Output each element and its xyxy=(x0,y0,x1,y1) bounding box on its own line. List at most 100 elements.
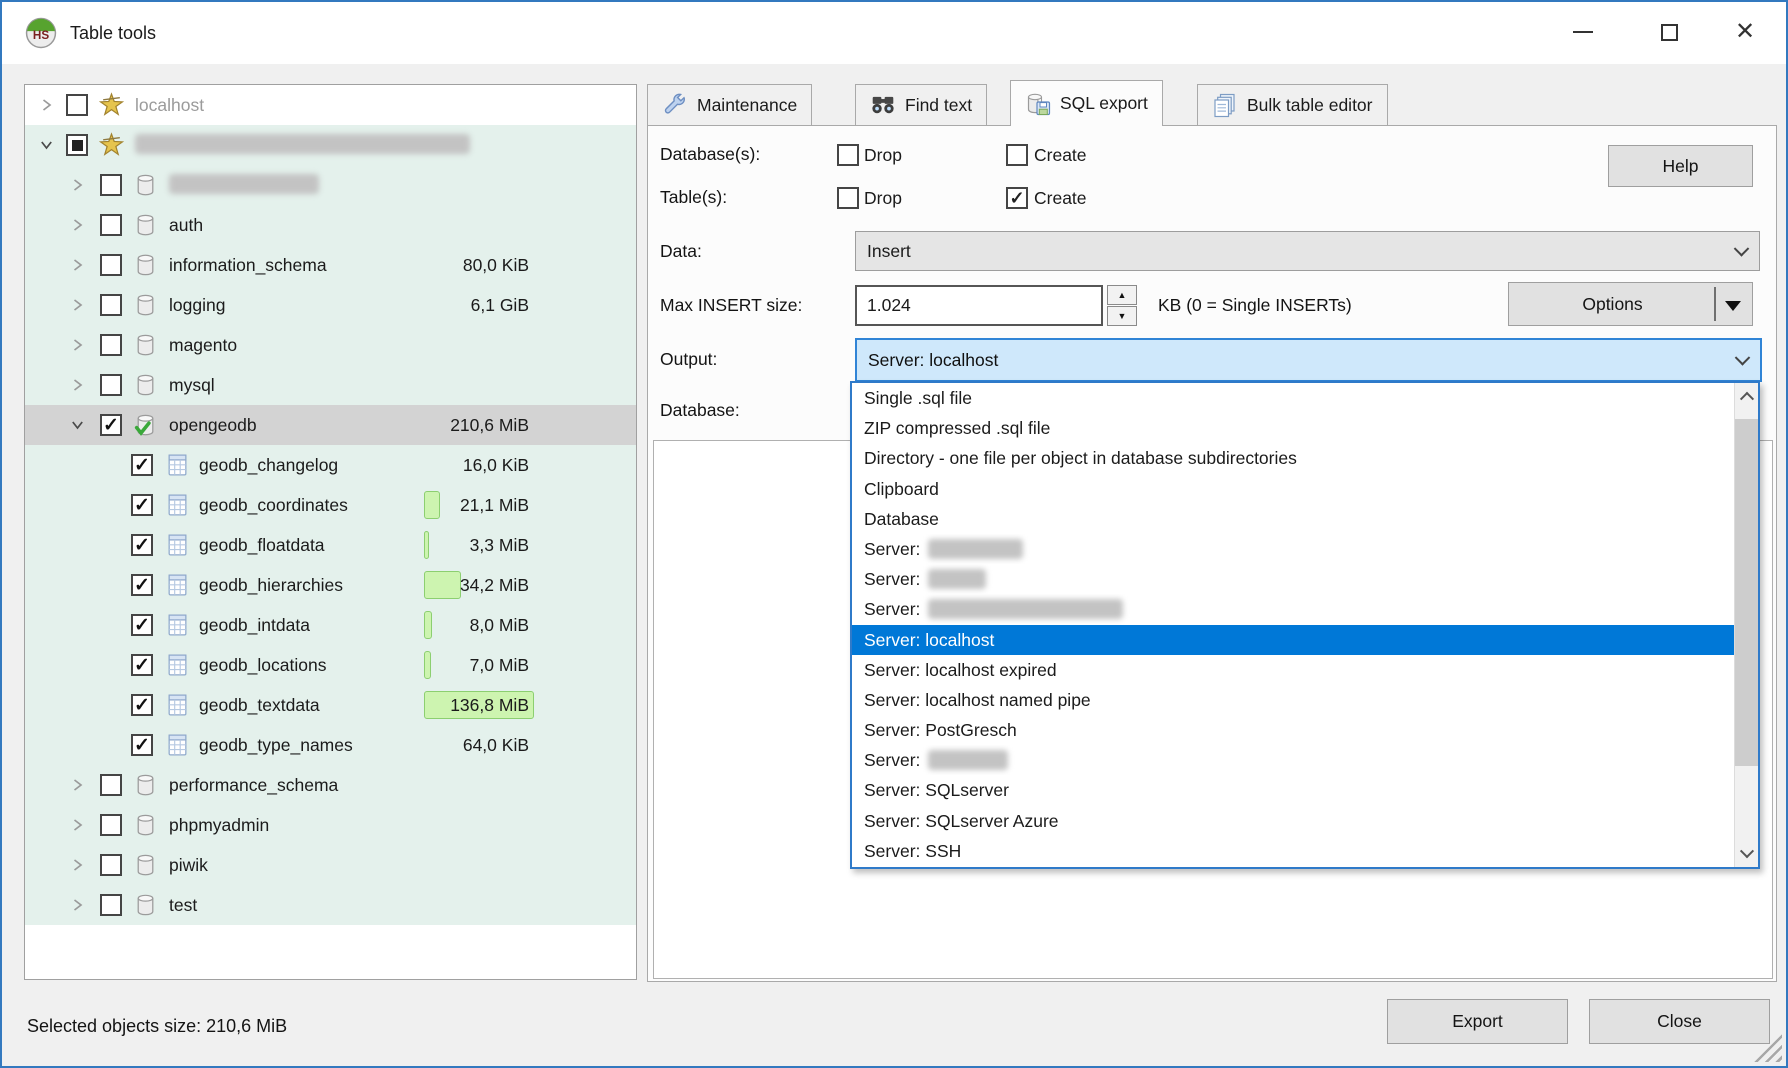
dropdown-item[interactable]: Server: localhost xyxy=(852,625,1734,655)
tree-checkbox[interactable]: ✓ xyxy=(131,614,153,636)
data-combobox[interactable]: Insert xyxy=(855,231,1760,271)
dropdown-item[interactable]: Server: PostGresch xyxy=(852,715,1734,745)
export-button[interactable]: Export xyxy=(1387,999,1568,1044)
tree-row[interactable]: localhost xyxy=(25,85,636,125)
dropdown-item[interactable]: Server: xyxy=(852,534,1734,564)
tree-checkbox[interactable] xyxy=(100,774,122,796)
tree-checkbox[interactable] xyxy=(100,174,122,196)
tab-bulk-table-editor[interactable]: Bulk table editor xyxy=(1197,84,1388,125)
chevron-right-icon[interactable] xyxy=(70,218,85,233)
help-button[interactable]: Help xyxy=(1608,145,1753,187)
minimize-button[interactable] xyxy=(1550,2,1616,62)
tree-row[interactable]: piwik xyxy=(25,845,636,885)
tree-checkbox[interactable]: ✓ xyxy=(100,414,122,436)
output-combobox[interactable]: Server: localhost xyxy=(855,338,1762,382)
db-drop-checkbox[interactable] xyxy=(837,144,859,166)
dropdown-item[interactable]: ZIP compressed .sql file xyxy=(852,413,1734,443)
chevron-right-icon[interactable] xyxy=(70,258,85,273)
tree-row[interactable] xyxy=(25,165,636,205)
database-icon xyxy=(133,213,158,238)
spinner-up-button[interactable]: ▲ xyxy=(1107,285,1137,305)
tree-row[interactable] xyxy=(25,125,636,165)
tree-checkbox[interactable]: ✓ xyxy=(131,694,153,716)
tree-checkbox[interactable] xyxy=(100,294,122,316)
chevron-right-icon[interactable] xyxy=(70,298,85,313)
tree-checkbox[interactable]: ✓ xyxy=(131,654,153,676)
tree-checkbox[interactable] xyxy=(100,214,122,236)
dropdown-item[interactable]: Server: SQLserver xyxy=(852,775,1734,805)
maximize-button[interactable] xyxy=(1636,2,1702,62)
close-button[interactable]: Close xyxy=(1589,999,1770,1044)
dropdown-item[interactable]: Directory - one file per object in datab… xyxy=(852,443,1734,473)
tree-row[interactable]: ✓geodb_locations7,0 MiB xyxy=(25,645,636,685)
tree-row[interactable]: performance_schema xyxy=(25,765,636,805)
chevron-right-icon[interactable] xyxy=(70,378,85,393)
dropdown-item[interactable]: Server: xyxy=(852,594,1734,624)
tree-checkbox[interactable]: ✓ xyxy=(131,734,153,756)
max-insert-input[interactable]: 1.024 xyxy=(855,285,1103,326)
tree-row[interactable]: auth xyxy=(25,205,636,245)
dropdown-scrollbar[interactable] xyxy=(1734,383,1758,867)
tree-row[interactable]: ✓geodb_textdata136,8 MiB xyxy=(25,685,636,725)
tree-checkbox[interactable] xyxy=(66,134,88,156)
dropdown-item-label: Server: SSH xyxy=(864,841,961,861)
tbl-drop-checkbox[interactable] xyxy=(837,187,859,209)
tree-row[interactable]: magento xyxy=(25,325,636,365)
tree-checkbox[interactable] xyxy=(100,814,122,836)
tab-maintenance[interactable]: Maintenance xyxy=(647,84,812,125)
tree-row[interactable]: ✓geodb_coordinates21,1 MiB xyxy=(25,485,636,525)
tree-row[interactable]: logging6,1 GiB xyxy=(25,285,636,325)
size-value: 7,0 MiB xyxy=(470,645,529,685)
tree-checkbox[interactable] xyxy=(100,334,122,356)
scroll-down-icon[interactable] xyxy=(1735,841,1758,867)
tree-checkbox[interactable]: ✓ xyxy=(131,454,153,476)
close-window-button[interactable]: ✕ xyxy=(1712,2,1778,62)
tree-row[interactable]: ✓geodb_floatdata3,3 MiB xyxy=(25,525,636,565)
chevron-down-icon[interactable] xyxy=(70,418,85,433)
tree-checkbox[interactable] xyxy=(100,894,122,916)
tree-row[interactable]: phpmyadmin xyxy=(25,805,636,845)
tree-row[interactable]: ✓geodb_intdata8,0 MiB xyxy=(25,605,636,645)
tbl-create-checkbox[interactable]: ✓ xyxy=(1006,187,1028,209)
tab-sql-export[interactable]: SQL export xyxy=(1010,80,1163,126)
scrollbar-thumb[interactable] xyxy=(1735,419,1758,766)
chevron-right-icon[interactable] xyxy=(39,98,54,113)
tree-row[interactable]: test xyxy=(25,885,636,925)
chevron-right-icon[interactable] xyxy=(70,818,85,833)
tree-checkbox[interactable] xyxy=(100,854,122,876)
tree-row[interactable]: information_schema80,0 KiB xyxy=(25,245,636,285)
dropdown-item[interactable]: Database xyxy=(852,504,1734,534)
chevron-right-icon[interactable] xyxy=(70,858,85,873)
dropdown-item[interactable]: Single .sql file xyxy=(852,383,1734,413)
dropdown-item[interactable]: Clipboard xyxy=(852,474,1734,504)
options-button[interactable]: Options xyxy=(1508,282,1753,326)
tree-checkbox[interactable] xyxy=(100,254,122,276)
dropdown-item[interactable]: Server: SSH xyxy=(852,836,1734,866)
dropdown-item[interactable]: Server: xyxy=(852,564,1734,594)
tree-checkbox[interactable]: ✓ xyxy=(131,574,153,596)
dropdown-item[interactable]: Server: xyxy=(852,745,1734,775)
tree-row[interactable]: ✓geodb_changelog16,0 KiB xyxy=(25,445,636,485)
chevron-right-icon[interactable] xyxy=(70,178,85,193)
tree-row[interactable]: mysql xyxy=(25,365,636,405)
tab-find-text[interactable]: Find text xyxy=(855,84,987,125)
tree-row[interactable]: ✓geodb_type_names64,0 KiB xyxy=(25,725,636,765)
chevron-right-icon[interactable] xyxy=(70,898,85,913)
tree-row[interactable]: ✓geodb_hierarchies34,2 MiB xyxy=(25,565,636,605)
chevron-right-icon[interactable] xyxy=(70,778,85,793)
dropdown-item[interactable]: Server: localhost named pipe xyxy=(852,685,1734,715)
tree-checkbox[interactable] xyxy=(66,94,88,116)
spinner-down-button[interactable]: ▼ xyxy=(1107,306,1137,326)
dropdown-item[interactable]: Server: localhost expired xyxy=(852,655,1734,685)
chevron-down-icon[interactable] xyxy=(39,138,54,153)
tree-panel[interactable]: localhost authinformation_schema80,0 KiBl… xyxy=(24,84,637,980)
scroll-up-icon[interactable] xyxy=(1735,383,1758,409)
tree-row[interactable]: ✓opengeodb210,6 MiB xyxy=(25,405,636,445)
max-insert-value: 1.024 xyxy=(867,295,911,316)
tree-checkbox[interactable]: ✓ xyxy=(131,534,153,556)
db-create-checkbox[interactable] xyxy=(1006,144,1028,166)
dropdown-item[interactable]: Server: SQLserver Azure xyxy=(852,806,1734,836)
chevron-right-icon[interactable] xyxy=(70,338,85,353)
tree-checkbox[interactable] xyxy=(100,374,122,396)
tree-checkbox[interactable]: ✓ xyxy=(131,494,153,516)
